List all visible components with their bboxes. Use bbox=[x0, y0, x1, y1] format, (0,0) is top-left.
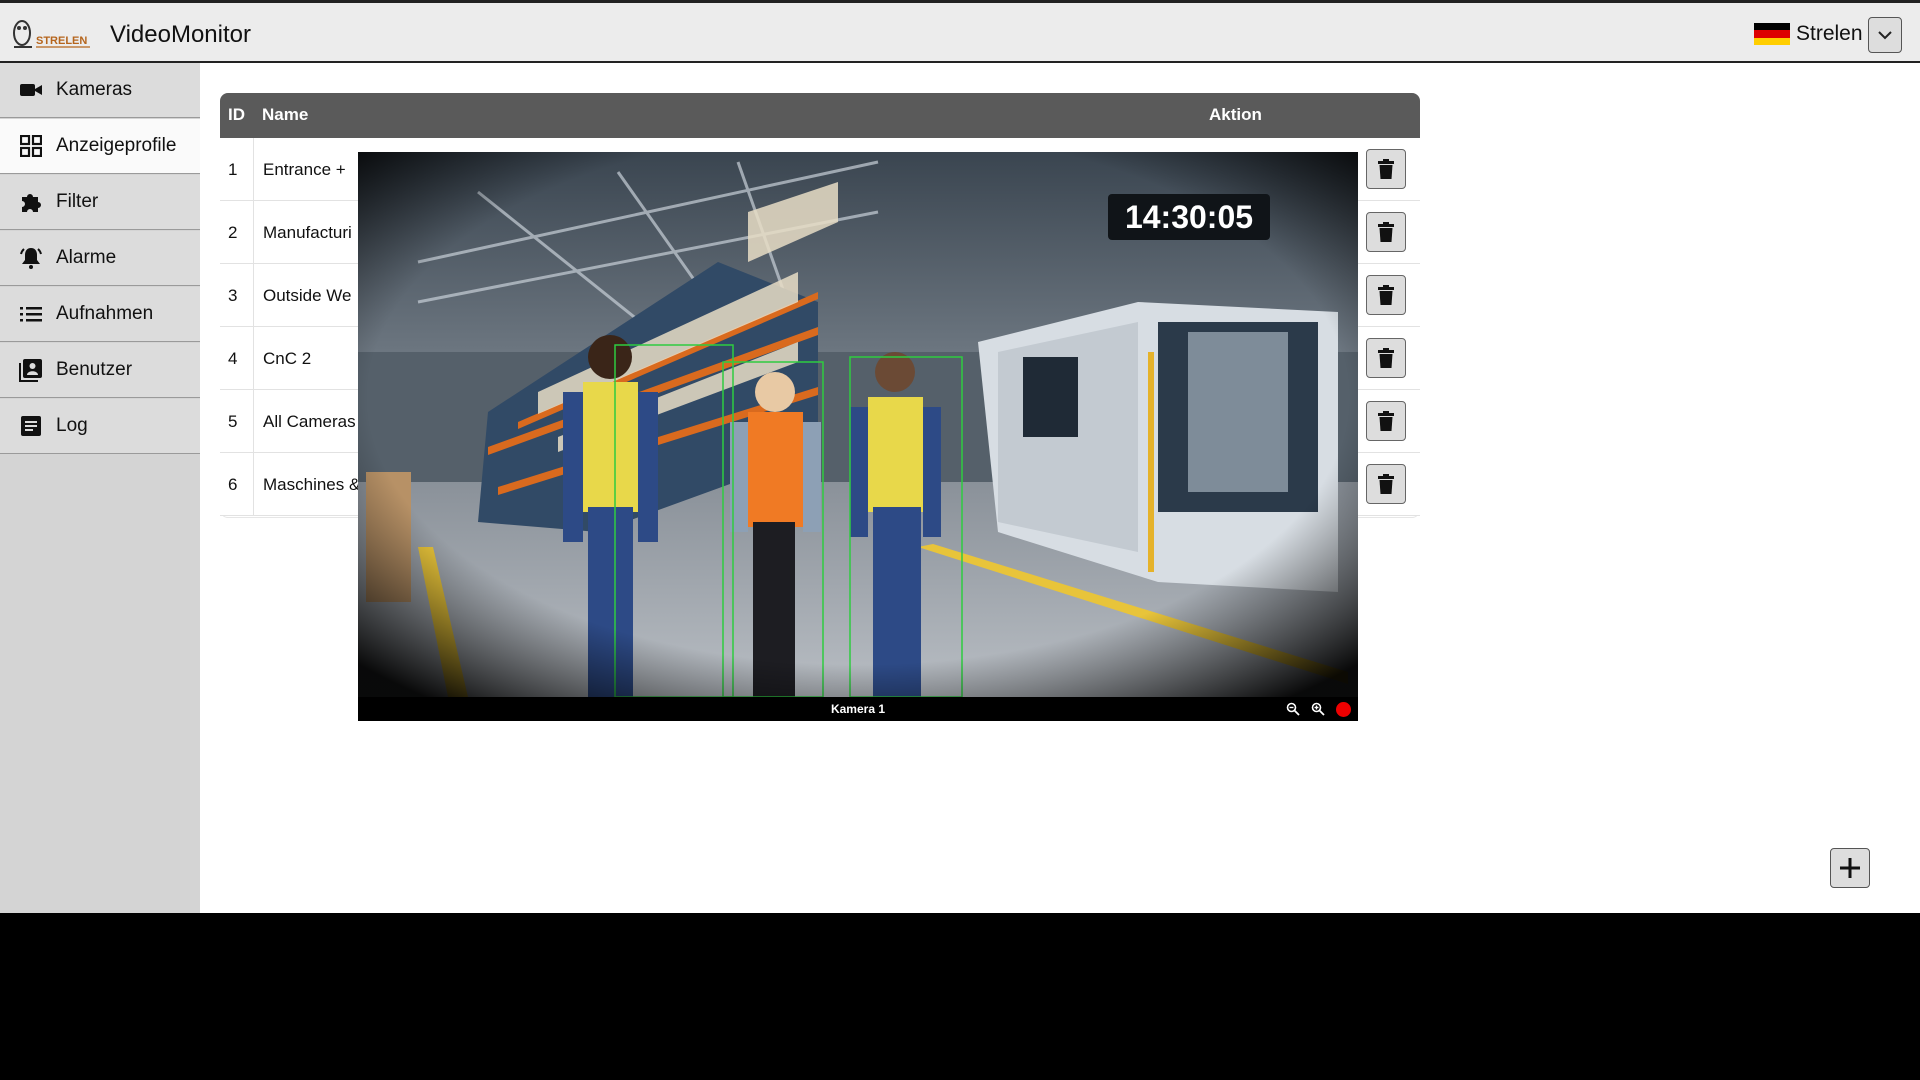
sidebar-item-alarme[interactable]: Alarme bbox=[0, 231, 200, 286]
plus-icon bbox=[1840, 858, 1860, 878]
sidebar-item-benutzer[interactable]: Benutzer bbox=[0, 343, 200, 398]
row-id: 2 bbox=[228, 223, 238, 242]
camera-preview-popup[interactable]: 14:30:05 Kamera 1 bbox=[358, 152, 1358, 721]
grid-icon bbox=[18, 133, 44, 159]
trash-icon bbox=[1378, 474, 1394, 494]
de-flag-icon bbox=[1754, 23, 1790, 45]
user-name: Strelen bbox=[1796, 22, 1863, 45]
user-menu-dropdown[interactable] bbox=[1868, 17, 1902, 53]
row-name: Outside We bbox=[263, 286, 352, 305]
camera-control-bar: Kamera 1 bbox=[358, 697, 1358, 721]
row-name: All Cameras bbox=[263, 412, 356, 431]
logo-text: STRELEN bbox=[36, 35, 87, 47]
camera-timestamp: 14:30:05 bbox=[1108, 194, 1270, 240]
document-icon bbox=[18, 413, 44, 439]
row-name: CnC 2 bbox=[263, 349, 312, 368]
chevron-down-icon bbox=[1878, 31, 1892, 40]
row-id: 1 bbox=[228, 160, 238, 179]
app-title: VideoMonitor bbox=[110, 21, 251, 48]
sidebar-item-label: Anzeigeprofile bbox=[56, 135, 177, 156]
top-header: STRELEN VideoMonitor Strelen bbox=[0, 0, 1920, 63]
sidebar-item-log[interactable]: Log bbox=[0, 399, 200, 454]
delete-button[interactable] bbox=[1366, 464, 1406, 504]
row-name: Entrance + bbox=[263, 160, 346, 179]
camera-label: Kamera 1 bbox=[830, 702, 886, 716]
delete-button[interactable] bbox=[1366, 149, 1406, 189]
zoom-out-icon[interactable] bbox=[1286, 702, 1300, 721]
row-name: Manufacturi bbox=[263, 223, 352, 242]
sidebar-item-label: Aufnahmen bbox=[56, 303, 154, 324]
zoom-in-icon[interactable] bbox=[1311, 702, 1325, 721]
row-name: Maschines & bbox=[263, 475, 361, 494]
delete-button[interactable] bbox=[1366, 212, 1406, 252]
delete-button[interactable] bbox=[1366, 401, 1406, 441]
sidebar-item-aufnahmen[interactable]: Aufnahmen bbox=[0, 287, 200, 342]
sidebar-item-kameras[interactable]: Kameras bbox=[0, 63, 200, 118]
trash-icon bbox=[1378, 222, 1394, 242]
row-id: 5 bbox=[228, 412, 238, 431]
strelen-logo[interactable]: STRELEN bbox=[10, 13, 92, 55]
trash-icon bbox=[1378, 285, 1394, 305]
sidebar-item-label: Log bbox=[56, 415, 88, 436]
sidebar-item-anzeigeprofile[interactable]: Anzeigeprofile bbox=[0, 119, 200, 174]
sidebar-item-label: Benutzer bbox=[56, 359, 133, 380]
bell-icon bbox=[18, 245, 44, 271]
sidebar: Kameras Anzeigeprofile Filter Alarme Auf… bbox=[0, 63, 200, 913]
delete-button[interactable] bbox=[1366, 275, 1406, 315]
column-header-action: Aktion bbox=[1209, 105, 1262, 124]
record-indicator-icon[interactable] bbox=[1336, 702, 1351, 717]
camera-video-feed: 14:30:05 bbox=[358, 152, 1358, 697]
column-header-id: ID bbox=[228, 105, 245, 124]
puzzle-icon bbox=[18, 189, 44, 215]
trash-icon bbox=[1378, 348, 1394, 368]
delete-button[interactable] bbox=[1366, 338, 1406, 378]
screen-letterbox bbox=[0, 913, 1920, 1080]
add-profile-button[interactable] bbox=[1830, 848, 1870, 888]
user-card-icon bbox=[18, 357, 44, 383]
sidebar-item-label: Alarme bbox=[56, 247, 117, 268]
table-header: ID Name Aktion bbox=[220, 93, 1420, 138]
trash-icon bbox=[1378, 411, 1394, 431]
row-id: 3 bbox=[228, 286, 238, 305]
sidebar-item-label: Filter bbox=[56, 191, 99, 212]
sidebar-item-label: Kameras bbox=[56, 79, 133, 100]
column-header-name: Name bbox=[262, 105, 309, 124]
video-camera-icon bbox=[18, 77, 44, 103]
row-id: 4 bbox=[228, 349, 238, 368]
sidebar-item-filter[interactable]: Filter bbox=[0, 175, 200, 230]
trash-icon bbox=[1378, 159, 1394, 179]
list-icon bbox=[18, 301, 44, 327]
row-id: 6 bbox=[228, 475, 238, 494]
